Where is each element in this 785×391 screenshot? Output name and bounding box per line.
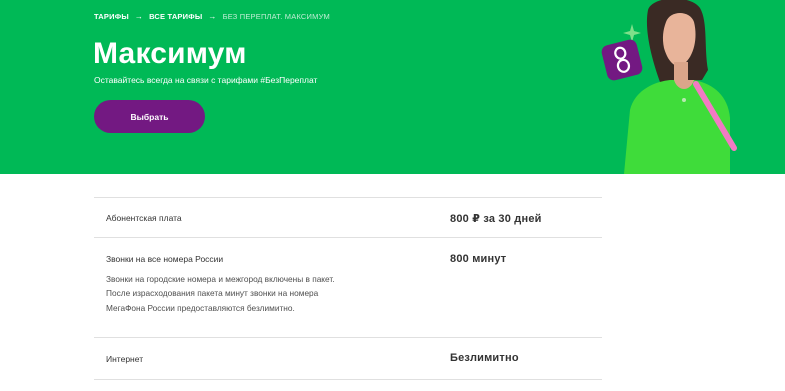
table-row-calls: Звонки на все номера России 800 минут Зв… — [94, 238, 602, 338]
infinity-badge — [601, 39, 643, 81]
breadcrumb-all-tariffs-link[interactable]: ВСЕ ТАРИФЫ — [149, 12, 202, 21]
breadcrumb-arrow-icon: → — [134, 12, 144, 21]
page-subtitle: Оставайтесь всегда на связи с тарифами #… — [94, 75, 318, 85]
calls-label: Звонки на все номера России — [106, 254, 224, 264]
hero-illustration — [601, 0, 737, 174]
fee-value: 800 ₽ за 30 дней — [450, 213, 542, 225]
calls-description: Звонки на городские номера и межгород вк… — [106, 274, 335, 313]
internet-value: Безлимитно — [450, 352, 519, 364]
breadcrumb-arrow-icon: → — [208, 12, 217, 21]
tariff-details-table: Абонентская плата 800 ₽ за 30 дней Звонк… — [94, 197, 602, 380]
internet-label: Интернет — [106, 354, 144, 364]
breadcrumb: ТАРИФЫ → ВСЕ ТАРИФЫ → БЕЗ ПЕРЕПЛАТ. МАКС… — [94, 12, 330, 21]
hero-banner: ТАРИФЫ → ВСЕ ТАРИФЫ → БЕЗ ПЕРЕПЛАТ. МАКС… — [0, 0, 785, 174]
fee-label: Абонентская плата — [106, 213, 182, 223]
sparkle-icon — [623, 24, 641, 42]
table-row-internet: Интернет Безлимитно — [94, 338, 602, 380]
calls-value: 800 минут — [450, 253, 507, 265]
breadcrumb-current: БЕЗ ПЕРЕПЛАТ. МАКСИМУМ — [222, 12, 330, 21]
breadcrumb-tariffs-link[interactable]: ТАРИФЫ — [94, 12, 129, 21]
table-row-fee: Абонентская плата 800 ₽ за 30 дней — [94, 198, 602, 238]
page-title: Максимум — [93, 37, 247, 70]
woman-photo — [624, 0, 730, 174]
choose-tariff-button[interactable]: Выбрать — [94, 100, 205, 133]
